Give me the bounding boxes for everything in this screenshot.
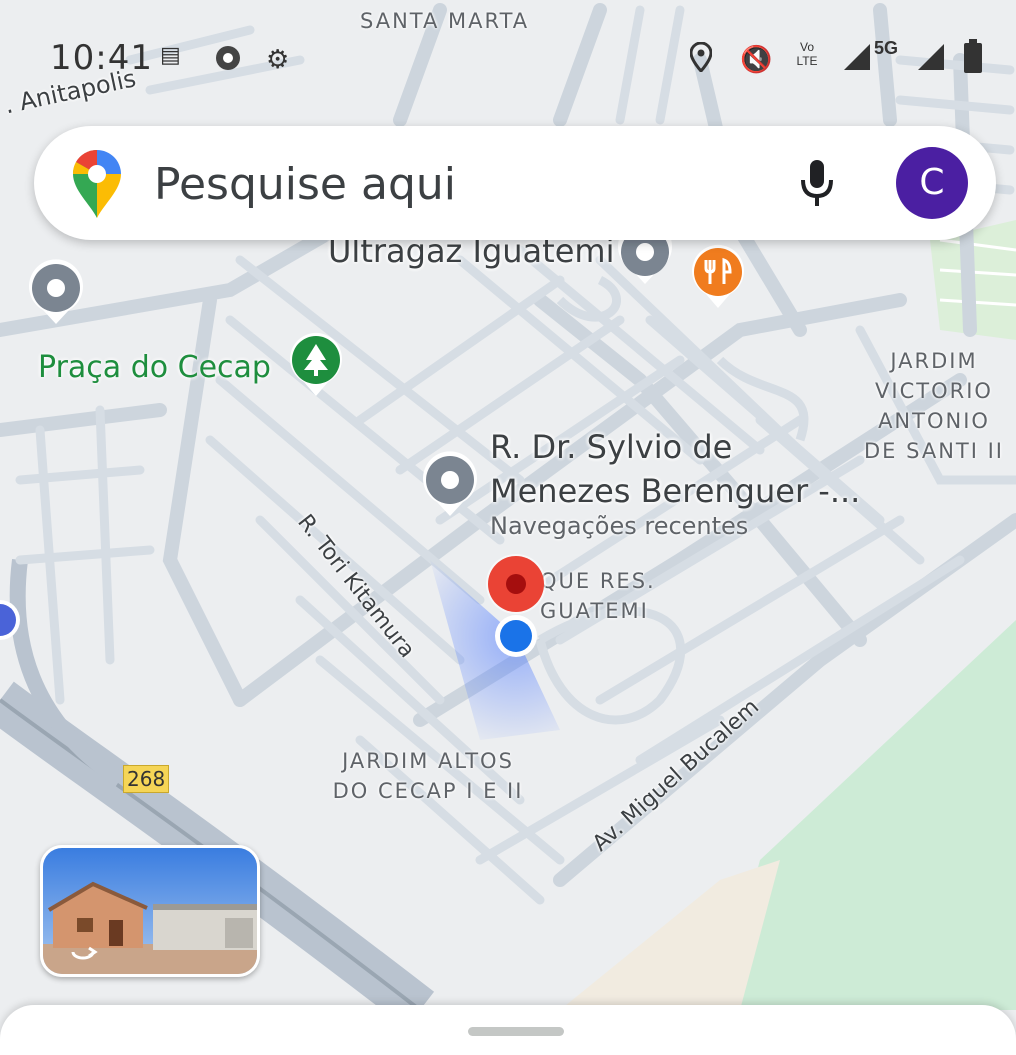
maps-screen: 10:41 ▤ ⚙ 🔇 Vo LTE 5G SANTA MARTA . Anit… xyxy=(0,0,1016,1055)
status-bar: 10:41 ▤ ⚙ 🔇 Vo LTE 5G xyxy=(0,28,1016,88)
maps-logo-icon xyxy=(72,149,121,218)
dropped-pin-icon[interactable] xyxy=(484,552,550,618)
chrome-icon xyxy=(214,44,242,77)
sim-icon: ▤ xyxy=(160,42,181,67)
poi-label-praca-do-cecap[interactable]: Praça do Cecap xyxy=(38,350,271,385)
route-shield-268: 268 xyxy=(123,765,170,793)
recent-place-subtitle: Navegações recentes xyxy=(490,512,749,540)
area-label-santa-marta: SANTA MARTA xyxy=(360,9,530,33)
5g-icon: 5G xyxy=(874,38,899,58)
signal-icon xyxy=(842,42,872,77)
recent-place-pin-icon[interactable] xyxy=(418,450,482,520)
street-view-thumbnail[interactable] xyxy=(40,845,260,977)
recent-place-title-line-2[interactable]: Menezes Berenguer -... xyxy=(490,472,860,510)
bottom-sheet[interactable] xyxy=(0,1005,1016,1055)
restaurant-icon[interactable] xyxy=(688,242,748,312)
area-label-jardim-victorio: JARDIM VICTORIO ANTONIO DE SANTI II xyxy=(864,349,1004,463)
place-pin-icon[interactable] xyxy=(24,258,88,328)
account-avatar[interactable]: C xyxy=(896,147,968,219)
battery-icon xyxy=(962,38,984,79)
area-label-jardim-altos: JARDIM ALTOS DO CECAP I E II xyxy=(332,749,524,803)
recent-place-title-line-1[interactable]: R. Dr. Sylvio de xyxy=(490,428,732,466)
search-input[interactable]: Pesquise aqui xyxy=(154,159,456,210)
tools-icon: ⚙ xyxy=(266,44,290,74)
area-label-parque-iguatemi: QUE RES. GUATEMI xyxy=(540,569,656,623)
search-bar[interactable]: Pesquise aqui C xyxy=(34,126,996,240)
mute-icon: 🔇 xyxy=(740,44,773,74)
microphone-icon[interactable] xyxy=(798,158,836,210)
drag-handle[interactable] xyxy=(468,1027,564,1036)
partial-marker-icon[interactable] xyxy=(0,596,24,644)
signal-icon xyxy=(916,42,946,77)
location-icon xyxy=(689,41,713,77)
park-tree-icon[interactable] xyxy=(286,330,346,400)
volte-icon: Vo LTE xyxy=(796,40,818,68)
my-location-dot-icon[interactable] xyxy=(494,614,538,658)
